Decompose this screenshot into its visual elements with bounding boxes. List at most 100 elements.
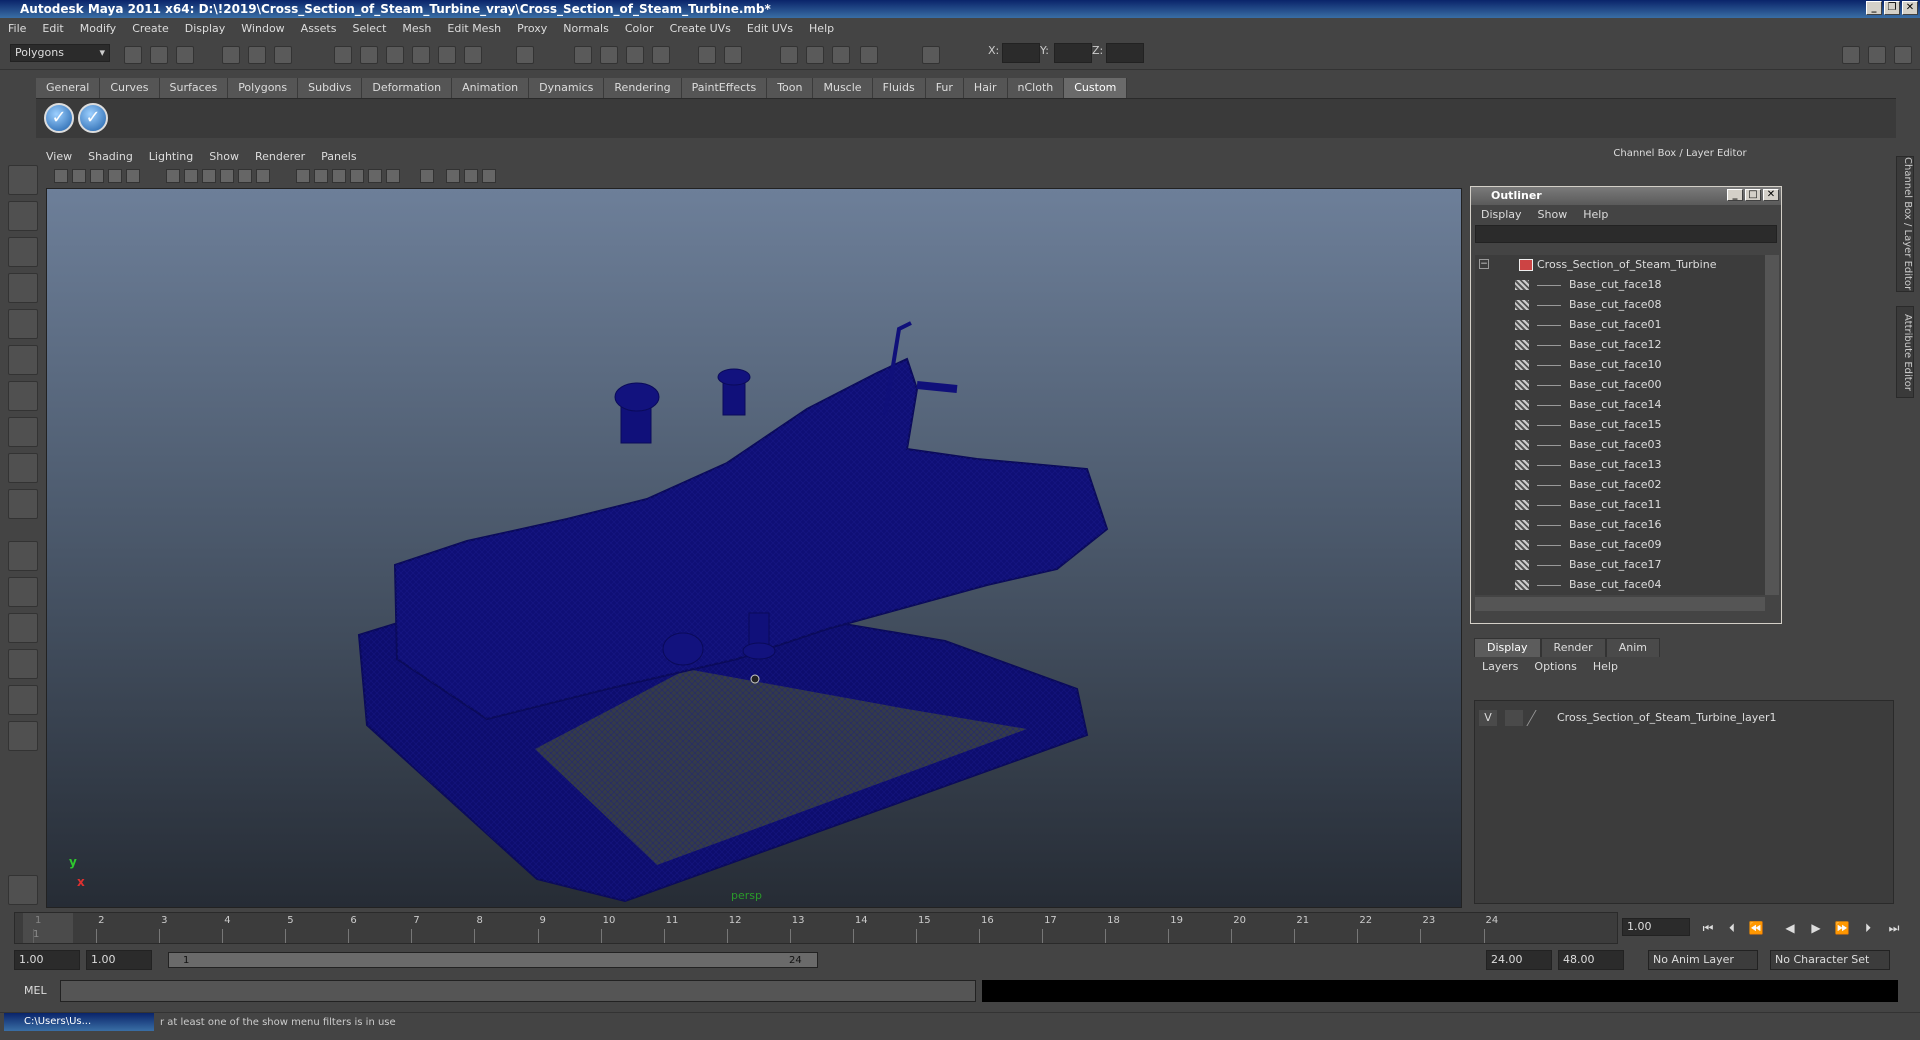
tab-anim-layers[interactable]: Anim (1605, 638, 1660, 657)
custom-shelf-check-icon-1[interactable]: ✓ (44, 103, 74, 133)
isolate-select-icon[interactable] (420, 169, 434, 183)
time-slider-playhead[interactable] (23, 913, 73, 943)
render-settings-icon[interactable] (626, 46, 644, 64)
outliner-root-item[interactable]: − Cross_Section_of_Steam_Turbine (1475, 255, 1765, 275)
render-current-icon[interactable] (574, 46, 592, 64)
tab-curves[interactable]: Curves (100, 78, 160, 98)
outliner-item[interactable]: Base_cut_face16 (1475, 515, 1765, 535)
panel-menu-show[interactable]: Show (209, 148, 239, 166)
history-icon[interactable] (464, 46, 482, 64)
panel-menu-shading[interactable]: Shading (88, 148, 133, 166)
layer-menu-help[interactable]: Help (1593, 660, 1618, 673)
step-back-key-icon[interactable]: ⏪ (1746, 920, 1766, 936)
hq-render-icon[interactable] (350, 169, 364, 183)
lock-icon[interactable] (516, 46, 534, 64)
image-plane-icon[interactable] (108, 169, 122, 183)
panel-menu-lighting[interactable]: Lighting (149, 148, 193, 166)
tab-animation[interactable]: Animation (452, 78, 530, 98)
menu-normals[interactable]: Normals (563, 22, 609, 35)
character-set-dropdown[interactable]: No Character Set (1770, 950, 1890, 970)
panel-menu-panels[interactable]: Panels (321, 148, 356, 166)
playback-start-field[interactable]: 1.00 (86, 950, 152, 970)
tab-hair[interactable]: Hair (963, 78, 1008, 98)
camera-attributes-icon[interactable] (72, 169, 86, 183)
tab-display-layers[interactable]: Display (1474, 638, 1541, 657)
tab-general[interactable]: General (36, 78, 101, 98)
x-field[interactable] (1002, 43, 1040, 63)
tab-polygons[interactable]: Polygons (228, 78, 299, 98)
outliner-menu-display[interactable]: Display (1481, 205, 1522, 225)
outliner-item[interactable]: Base_cut_face14 (1475, 395, 1765, 415)
relative-transform-icon[interactable] (860, 46, 878, 64)
menu-create[interactable]: Create (132, 22, 169, 35)
outliner-item[interactable]: Base_cut_face01 (1475, 315, 1765, 335)
outliner-item[interactable]: Base_cut_face04 (1475, 575, 1765, 595)
smooth-shade-icon[interactable] (202, 169, 216, 183)
outliner-item[interactable]: Base_cut_face10 (1475, 355, 1765, 375)
current-frame-field[interactable]: 1.00 (1622, 918, 1690, 936)
close-button[interactable]: ✕ (1902, 1, 1918, 15)
tab-dynamics[interactable]: Dynamics (529, 78, 605, 98)
manipulator-tool-icon[interactable] (8, 381, 38, 411)
menu-help[interactable]: Help (809, 22, 834, 35)
material-icon[interactable] (386, 169, 400, 183)
soft-mod-tool-icon[interactable] (8, 417, 38, 447)
select-hierarchy-icon[interactable] (222, 46, 240, 64)
show-manipulator-icon[interactable] (8, 453, 38, 483)
time-slider[interactable]: 123456789101112131415161718192021222324 … (14, 912, 1618, 944)
outliner-item[interactable]: Base_cut_face12 (1475, 335, 1765, 355)
input-line-icon[interactable] (698, 46, 716, 64)
go-to-end-icon[interactable]: ⏭ (1884, 920, 1904, 936)
outliner-item[interactable]: Base_cut_face09 (1475, 535, 1765, 555)
mel-label[interactable]: MEL (24, 984, 47, 997)
camera-select-icon[interactable] (54, 169, 68, 183)
resolution-gate-icon[interactable] (464, 169, 478, 183)
tab-deformation[interactable]: Deformation (362, 78, 453, 98)
new-scene-icon[interactable] (124, 46, 142, 64)
menu-modify[interactable]: Modify (80, 22, 116, 35)
tab-surfaces[interactable]: Surfaces (159, 78, 229, 98)
light-icon[interactable] (368, 169, 382, 183)
outliner-menu-help[interactable]: Help (1583, 205, 1608, 225)
menu-edit-uvs[interactable]: Edit UVs (747, 22, 793, 35)
select-component-icon[interactable] (274, 46, 292, 64)
menu-file[interactable]: File (8, 22, 26, 35)
grid-toggle-icon[interactable] (166, 169, 180, 183)
z-field[interactable] (1106, 43, 1144, 63)
layer-visibility-toggle[interactable]: V (1479, 710, 1497, 726)
scale-tool-icon[interactable] (8, 345, 38, 375)
wireframe-icon[interactable] (184, 169, 198, 183)
maximize-button[interactable]: ❐ (1884, 1, 1900, 15)
lasso-tool-icon[interactable] (8, 201, 38, 231)
go-to-start-icon[interactable]: ⏮ (1698, 920, 1718, 936)
channel-box-toggle-icon[interactable] (780, 46, 798, 64)
animation-start-field[interactable]: 1.00 (14, 950, 80, 970)
snap-live-icon[interactable] (438, 46, 456, 64)
outliner-item[interactable]: Base_cut_face00 (1475, 375, 1765, 395)
film-gate-icon[interactable] (126, 169, 140, 183)
menu-color[interactable]: Color (625, 22, 654, 35)
outliner-vertical-scrollbar[interactable] (1765, 255, 1779, 595)
tab-fur[interactable]: Fur (925, 78, 964, 98)
layer-menu-options[interactable]: Options (1534, 660, 1576, 673)
safe-action-icon[interactable] (482, 169, 496, 183)
layer-color-swatch[interactable] (1526, 710, 1554, 726)
outliner-item[interactable]: Base_cut_face11 (1475, 495, 1765, 515)
y-field[interactable] (1054, 43, 1092, 63)
layout-four-view-icon[interactable] (8, 577, 38, 607)
menu-assets[interactable]: Assets (301, 22, 337, 35)
side-tab-channel-box[interactable]: Channel Box / Layer Editor (1896, 156, 1914, 292)
use-all-lights-icon[interactable] (314, 169, 328, 183)
snap-point-icon[interactable] (386, 46, 404, 64)
bookmark-icon[interactable] (90, 169, 104, 183)
menu-window[interactable]: Window (241, 22, 284, 35)
panel-menu-view[interactable]: View (46, 148, 72, 166)
menu-create-uvs[interactable]: Create UVs (670, 22, 731, 35)
tab-subdivs[interactable]: Subdivs (298, 78, 363, 98)
layout-single-perspective-icon[interactable] (8, 541, 38, 571)
flat-shade-icon[interactable] (220, 169, 234, 183)
tab-muscle[interactable]: Muscle (813, 78, 873, 98)
menu-mesh[interactable]: Mesh (402, 22, 431, 35)
snap-grid-icon[interactable] (334, 46, 352, 64)
tab-toon[interactable]: Toon (767, 78, 814, 98)
